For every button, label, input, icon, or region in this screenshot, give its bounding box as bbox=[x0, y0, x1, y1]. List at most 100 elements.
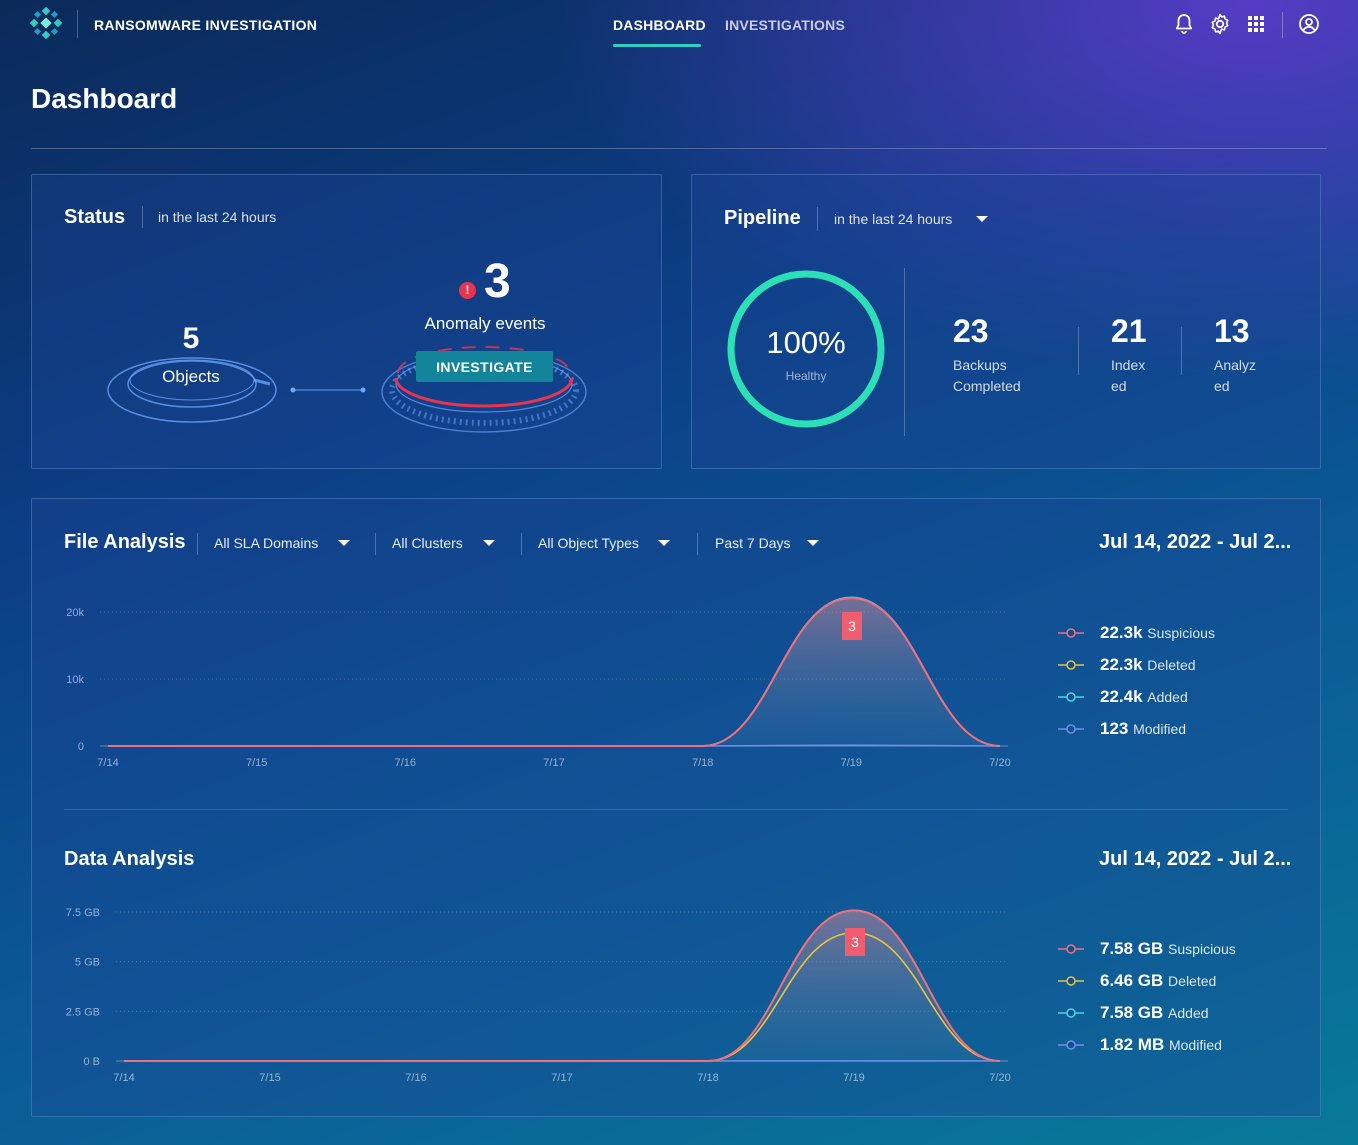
x-tick-label: 7/14 bbox=[97, 757, 118, 769]
legend-label: Deleted bbox=[1147, 657, 1196, 673]
filter-divider bbox=[521, 533, 522, 555]
tab-dashboard[interactable]: DASHBOARD bbox=[613, 17, 706, 33]
x-tick-label: 7/20 bbox=[989, 1072, 1010, 1084]
gear-icon[interactable] bbox=[1208, 12, 1232, 36]
legend-swatch-icon bbox=[1058, 628, 1084, 638]
object-types-chevron-down-icon[interactable] bbox=[658, 540, 670, 546]
apps-grid-icon[interactable] bbox=[1244, 12, 1268, 36]
status-period: in the last 24 hours bbox=[158, 209, 277, 225]
backups-completed-count: 23 bbox=[953, 313, 989, 349]
pipeline-title: Pipeline bbox=[724, 207, 801, 229]
objects-count: 5 bbox=[182, 322, 200, 355]
sla-domain-filter[interactable]: All SLA Domains bbox=[214, 535, 318, 551]
backups-label-line1: Backups bbox=[953, 357, 1007, 373]
legend-swatch-icon bbox=[1058, 1040, 1084, 1050]
pipeline-divider bbox=[904, 268, 905, 436]
legend-label: Added bbox=[1147, 689, 1188, 705]
series-area-fill bbox=[108, 598, 1000, 746]
legend-swatch-icon bbox=[1058, 692, 1084, 702]
legend-value: 22.4k Added bbox=[1100, 687, 1188, 706]
legend-swatch-icon bbox=[1058, 1008, 1084, 1018]
x-tick-label: 7/17 bbox=[551, 1072, 572, 1084]
legend-value: 123 Modified bbox=[1100, 719, 1187, 738]
data-analysis-title: Data Analysis bbox=[64, 848, 195, 870]
y-tick-label: 2.5 GB bbox=[66, 1006, 100, 1018]
x-tick-label: 7/17 bbox=[543, 757, 564, 769]
pipeline-period-dropdown[interactable]: in the last 24 hours bbox=[834, 211, 952, 227]
user-account-icon[interactable] bbox=[1297, 12, 1321, 36]
x-tick-label: 7/19 bbox=[841, 757, 862, 769]
indexed-count: 21 bbox=[1111, 313, 1147, 349]
logo-divider bbox=[77, 10, 78, 38]
bell-icon[interactable] bbox=[1172, 12, 1196, 36]
anomaly-label: Anomaly events bbox=[424, 314, 546, 333]
legend-swatch-icon bbox=[1058, 660, 1084, 670]
legend-swatch-icon bbox=[1058, 944, 1084, 954]
data-analysis-date-range: Jul 14, 2022 - Jul 2... bbox=[1099, 848, 1292, 870]
legend-swatch-icon bbox=[1058, 724, 1084, 734]
health-percent: 100% bbox=[766, 325, 846, 360]
legend-value: 7.58 GB Added bbox=[1100, 1003, 1209, 1022]
y-tick-label: 10k bbox=[66, 674, 84, 686]
legend-label: Modified bbox=[1133, 721, 1187, 737]
legend-label: Deleted bbox=[1168, 973, 1217, 989]
indexed-label-line1: Index bbox=[1111, 357, 1146, 373]
object-types-filter[interactable]: All Object Types bbox=[538, 535, 639, 551]
time-period-filter[interactable]: Past 7 Days bbox=[715, 535, 790, 551]
series-area-fill bbox=[124, 910, 1000, 1061]
file-analysis-title: File Analysis bbox=[64, 531, 186, 553]
app-title: RANSOMWARE INVESTIGATION bbox=[94, 17, 318, 33]
legend-label: Added bbox=[1168, 1005, 1209, 1021]
health-label: Healthy bbox=[785, 369, 827, 383]
x-tick-label: 7/16 bbox=[395, 757, 416, 769]
x-tick-label: 7/16 bbox=[405, 1072, 426, 1084]
app-logo-icon bbox=[30, 7, 62, 39]
y-tick-label: 7.5 GB bbox=[66, 907, 100, 919]
y-tick-label: 20k bbox=[66, 607, 84, 619]
x-tick-label: 7/18 bbox=[697, 1072, 718, 1084]
backups-completed-label: Backups Completed bbox=[953, 355, 1021, 397]
analyzed-count: 13 bbox=[1214, 313, 1250, 349]
backups-label-line2: Completed bbox=[953, 378, 1021, 394]
tab-investigations[interactable]: INVESTIGATIONS bbox=[725, 17, 845, 33]
legend-value: 1.82 MB Modified bbox=[1100, 1035, 1222, 1054]
filter-divider bbox=[697, 533, 698, 555]
legend-value: 22.3k Deleted bbox=[1100, 655, 1196, 674]
sla-chevron-down-icon[interactable] bbox=[338, 540, 350, 546]
status-title-divider bbox=[142, 206, 143, 228]
x-tick-label: 7/20 bbox=[989, 757, 1010, 769]
investigate-button[interactable]: INVESTIGATE bbox=[416, 351, 553, 382]
legend-label: Modified bbox=[1168, 1037, 1222, 1053]
x-tick-label: 7/15 bbox=[259, 1072, 280, 1084]
anomaly-count: 3 bbox=[484, 255, 511, 308]
file-analysis-date-range: Jul 14, 2022 - Jul 2... bbox=[1099, 531, 1292, 553]
filter-divider bbox=[197, 533, 198, 555]
legend-label: Suspicious bbox=[1168, 941, 1236, 957]
toolbar-divider bbox=[1282, 12, 1283, 38]
objects-label: Objects bbox=[162, 367, 220, 386]
pipeline-period-chevron-down-icon[interactable] bbox=[976, 216, 988, 222]
legend-value: 22.3k Suspicious bbox=[1100, 623, 1215, 642]
top-navigation-bar: RANSOMWARE INVESTIGATION DASHBOARD INVES… bbox=[0, 0, 1358, 50]
clusters-chevron-down-icon[interactable] bbox=[483, 540, 495, 546]
legend-value: 7.58 GB Suspicious bbox=[1100, 939, 1236, 958]
filter-divider bbox=[375, 533, 376, 555]
indexed-label-line2: ed bbox=[1111, 378, 1127, 394]
time-period-chevron-down-icon[interactable] bbox=[807, 540, 819, 546]
legend-label: Suspicious bbox=[1147, 625, 1215, 641]
active-tab-indicator bbox=[613, 44, 701, 47]
anomaly-marker[interactable]: 3 bbox=[845, 928, 865, 956]
stat-divider bbox=[1078, 327, 1079, 375]
x-tick-label: 7/15 bbox=[246, 757, 267, 769]
legend-value: 6.46 GB Deleted bbox=[1100, 971, 1217, 990]
stat-divider bbox=[1181, 327, 1182, 375]
y-tick-label: 5 GB bbox=[75, 957, 100, 969]
anomaly-marker[interactable]: 3 bbox=[842, 612, 862, 640]
analyzed-label-line2: ed bbox=[1214, 378, 1230, 394]
y-tick-label: 0 B bbox=[83, 1056, 100, 1068]
analyzed-label: Analyz ed bbox=[1214, 355, 1256, 397]
clusters-filter[interactable]: All Clusters bbox=[392, 535, 463, 551]
x-tick-label: 7/19 bbox=[843, 1072, 864, 1084]
x-tick-label: 7/14 bbox=[113, 1072, 134, 1084]
section-divider bbox=[64, 809, 1288, 810]
